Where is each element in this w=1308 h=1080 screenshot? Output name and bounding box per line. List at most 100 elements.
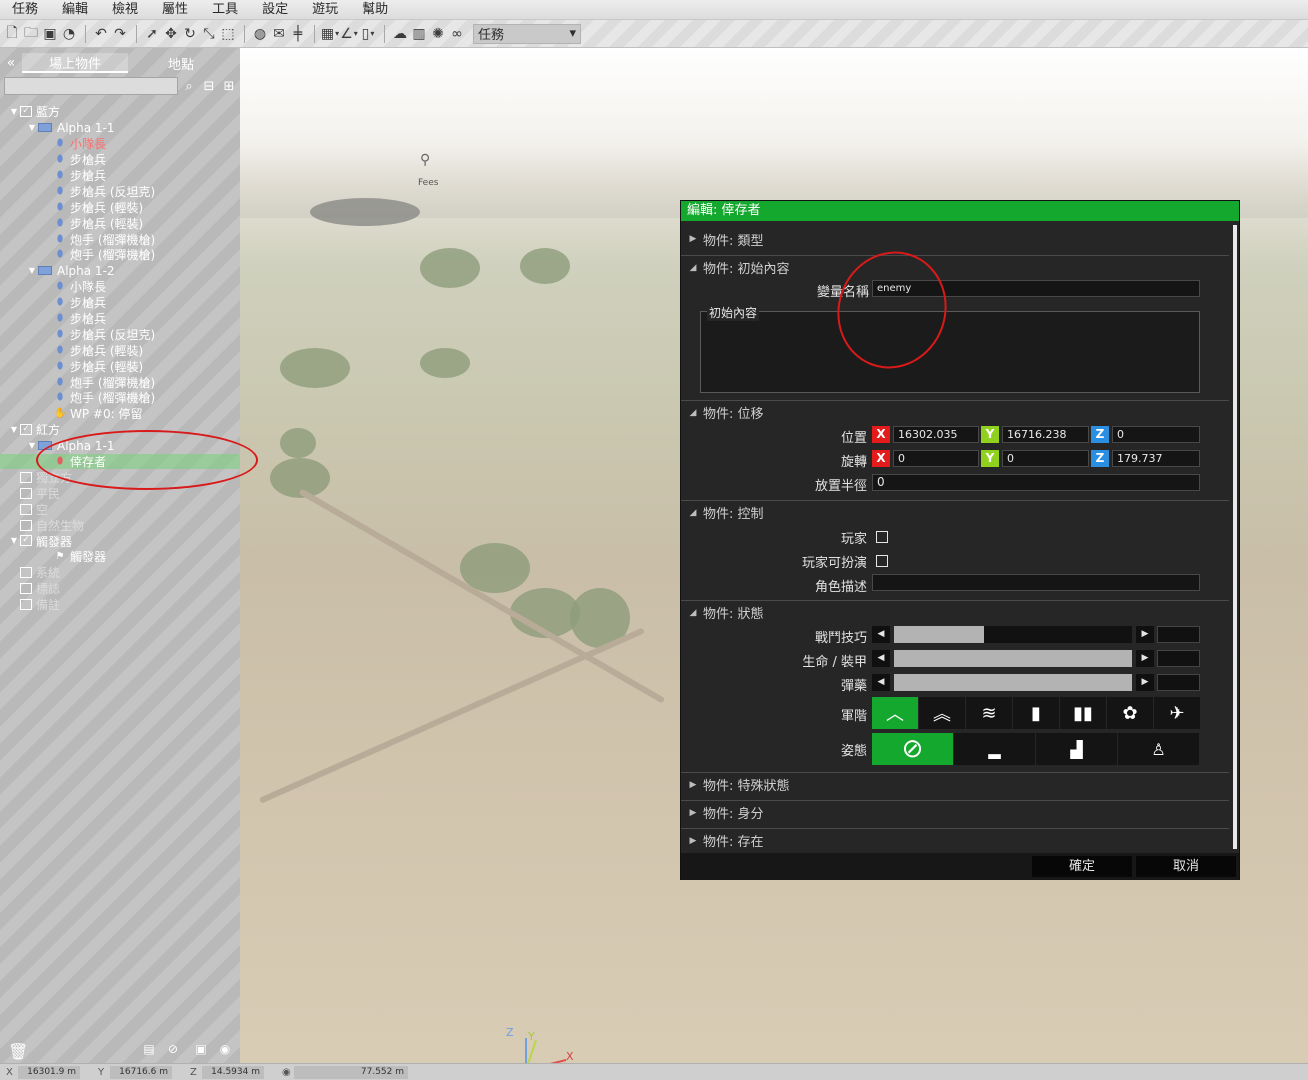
tree-unit-row[interactable]: ⬮ 步槍兵 (輕裝) [0, 215, 240, 231]
map-icon[interactable]: ✉ [270, 24, 288, 44]
tree-side-row[interactable]: 自然生物 [0, 517, 240, 533]
tree-unit-row[interactable]: ⬮ 炮手 (榴彈機槍) [0, 231, 240, 247]
tree-side-row[interactable]: ▼ ✓ 紅方 [0, 422, 240, 438]
rotate-icon[interactable]: ↻ [181, 24, 199, 44]
layer-visibility-checkbox[interactable] [20, 599, 32, 611]
angle-icon[interactable]: ∠ [340, 24, 358, 44]
tree-side-row[interactable]: 系統 [0, 565, 240, 581]
tree-unit-row[interactable]: ⬮ 步槍兵 (反坦克) [0, 326, 240, 342]
rotation-z-input[interactable]: 179.737 [1112, 450, 1200, 467]
scale-icon[interactable]: ⤡ [200, 24, 218, 44]
health-slider[interactable] [894, 650, 1132, 667]
private-rank-icon[interactable]: ︿ [872, 697, 918, 729]
tree-unit-row[interactable]: ⬮ 步槍兵 [0, 295, 240, 311]
redo-icon[interactable]: ↷ [111, 24, 129, 44]
tree-expand-icon[interactable]: ▼ [8, 425, 20, 434]
tree-unit-row[interactable]: ⬮ 步槍兵 (輕裝) [0, 199, 240, 215]
section-state[interactable]: ◢ 物件: 狀態 [681, 600, 1229, 624]
menu-view[interactable]: 檢視 [100, 1, 150, 19]
tree-unit-row[interactable]: ⬮ 步槍兵 [0, 311, 240, 327]
select-cursor-icon[interactable]: ➚ [143, 24, 161, 44]
health-value-field[interactable] [1157, 650, 1200, 667]
skill-value-field[interactable] [1157, 626, 1200, 643]
weather-icon[interactable]: ☁ [391, 24, 409, 44]
layer-visibility-checkbox[interactable]: ✓ [20, 106, 32, 118]
tree-expand-icon[interactable]: ▼ [26, 123, 38, 132]
new-file-icon[interactable]: 🗋 [3, 24, 21, 44]
menu-play[interactable]: 遊玩 [300, 1, 350, 19]
camera-icon[interactable]: ∞ [448, 24, 466, 44]
menu-attributes[interactable]: 屬性 [150, 1, 200, 19]
vertical-snap-icon[interactable]: ╪ [289, 24, 307, 44]
tab-locations[interactable]: 地點 [128, 53, 234, 73]
section-identity[interactable]: ▶ 物件: 身分 [681, 800, 1229, 824]
tree-unit-row[interactable]: ⬮ 步槍兵 (輕裝) [0, 358, 240, 374]
tree-unit-row[interactable]: ⬮ 炮手 (榴彈機槍) [0, 374, 240, 390]
save-icon[interactable]: ▣ [41, 24, 59, 44]
translate-icon[interactable]: ✥ [162, 24, 180, 44]
tree-expand-icon[interactable]: ▼ [8, 107, 20, 116]
health-increase-button[interactable]: ▶ [1136, 650, 1154, 667]
skill-decrease-button[interactable]: ◀ [872, 626, 890, 643]
tree-unit-row[interactable]: ⬮ 炮手 (榴彈機槍) [0, 390, 240, 406]
section-presence[interactable]: ▶ 物件: 存在 [681, 828, 1229, 852]
crouch-stance-icon[interactable]: ▟ [1036, 733, 1117, 765]
rotation-x-input[interactable]: 0 [893, 450, 979, 467]
tree-expand-icon[interactable]: ▼ [26, 441, 38, 450]
sergeant-rank-icon[interactable]: ≋ [966, 697, 1012, 729]
position-y-input[interactable]: 16716.238 [1002, 426, 1089, 443]
search-input[interactable] [4, 77, 178, 95]
ammo-increase-button[interactable]: ▶ [1136, 674, 1154, 691]
tree-unit-row[interactable]: ✋ WP #0: 停留 [0, 406, 240, 422]
ammo-value-field[interactable] [1157, 674, 1200, 691]
tree-side-row[interactable]: 空 [0, 501, 240, 517]
placement-radius-input[interactable]: 0 [872, 474, 1200, 491]
menu-help[interactable]: 幫助 [350, 1, 400, 19]
publish-icon[interactable]: ◔ [60, 24, 78, 44]
tree-group-row[interactable]: ▼ Alpha 1-1 [0, 120, 240, 136]
tab-entities[interactable]: 場上物件 [22, 53, 128, 73]
menu-tools[interactable]: 工具 [200, 1, 250, 19]
lighting-icon[interactable]: ✺ [429, 24, 447, 44]
ammo-slider[interactable] [894, 674, 1132, 691]
tree-unit-row[interactable]: ⬮ 小隊長 [0, 279, 240, 295]
layer-visibility-checkbox[interactable]: ✓ [20, 535, 32, 547]
tree-side-row[interactable]: ▼ ✓ 藍方 [0, 104, 240, 120]
section-init[interactable]: ◢ 物件: 初始內容 [681, 255, 1229, 279]
show-folder-icon[interactable]: ◉ [216, 1042, 234, 1056]
prone-stance-icon[interactable]: ▂ [954, 733, 1035, 765]
search-icon[interactable]: ⌕ [180, 77, 198, 95]
menu-edit[interactable]: 編輯 [50, 1, 100, 19]
section-special-states[interactable]: ▶ 物件: 特殊狀態 [681, 772, 1229, 796]
lieutenant-rank-icon[interactable]: ▮ [1013, 697, 1059, 729]
tree-side-row[interactable]: 標誌 [0, 581, 240, 597]
tree-side-row[interactable]: 備註 [0, 597, 240, 613]
tree-unit-row[interactable]: ⬮ 小隊長 [0, 136, 240, 152]
tree-expand-icon[interactable]: ▼ [26, 266, 38, 275]
open-folder-icon[interactable]: 🗀 [22, 24, 40, 44]
grid-icon[interactable]: ▦ [321, 24, 339, 44]
layer-visibility-checkbox[interactable] [20, 583, 32, 595]
collapse-all-icon[interactable]: ⊟ [200, 77, 218, 95]
init-code-input[interactable] [700, 311, 1200, 393]
tree-expand-icon[interactable]: ▼ [8, 536, 20, 545]
cancel-button[interactable]: 取消 [1136, 856, 1236, 877]
tree-side-row[interactable]: 獨立方 [0, 469, 240, 485]
layer-visibility-checkbox[interactable]: ✓ [20, 424, 32, 436]
area-select-icon[interactable]: ⬚ [219, 24, 237, 44]
layer-visibility-checkbox[interactable] [20, 567, 32, 579]
collapse-panel-icon[interactable]: « [0, 55, 22, 71]
layer-visibility-checkbox[interactable] [20, 471, 32, 483]
layer-visibility-checkbox[interactable] [20, 503, 32, 515]
trash-icon[interactable]: 🗑 [8, 1042, 28, 1061]
major-rank-icon[interactable]: ✿ [1107, 697, 1153, 729]
menu-settings[interactable]: 設定 [250, 1, 300, 19]
colonel-rank-icon[interactable]: ✈ [1154, 697, 1200, 729]
tree-unit-row[interactable]: ⬮ 倖存者 [0, 453, 240, 470]
hide-folder-icon[interactable]: ⊘ [164, 1042, 182, 1056]
layer-visibility-checkbox[interactable] [20, 519, 32, 531]
stand-stance-icon[interactable]: ♙ [1118, 733, 1199, 765]
expand-all-icon[interactable]: ⊞ [220, 77, 238, 95]
lock-folder-icon[interactable]: ▣ [192, 1042, 210, 1056]
dialog-scrollbar[interactable] [1233, 225, 1237, 849]
